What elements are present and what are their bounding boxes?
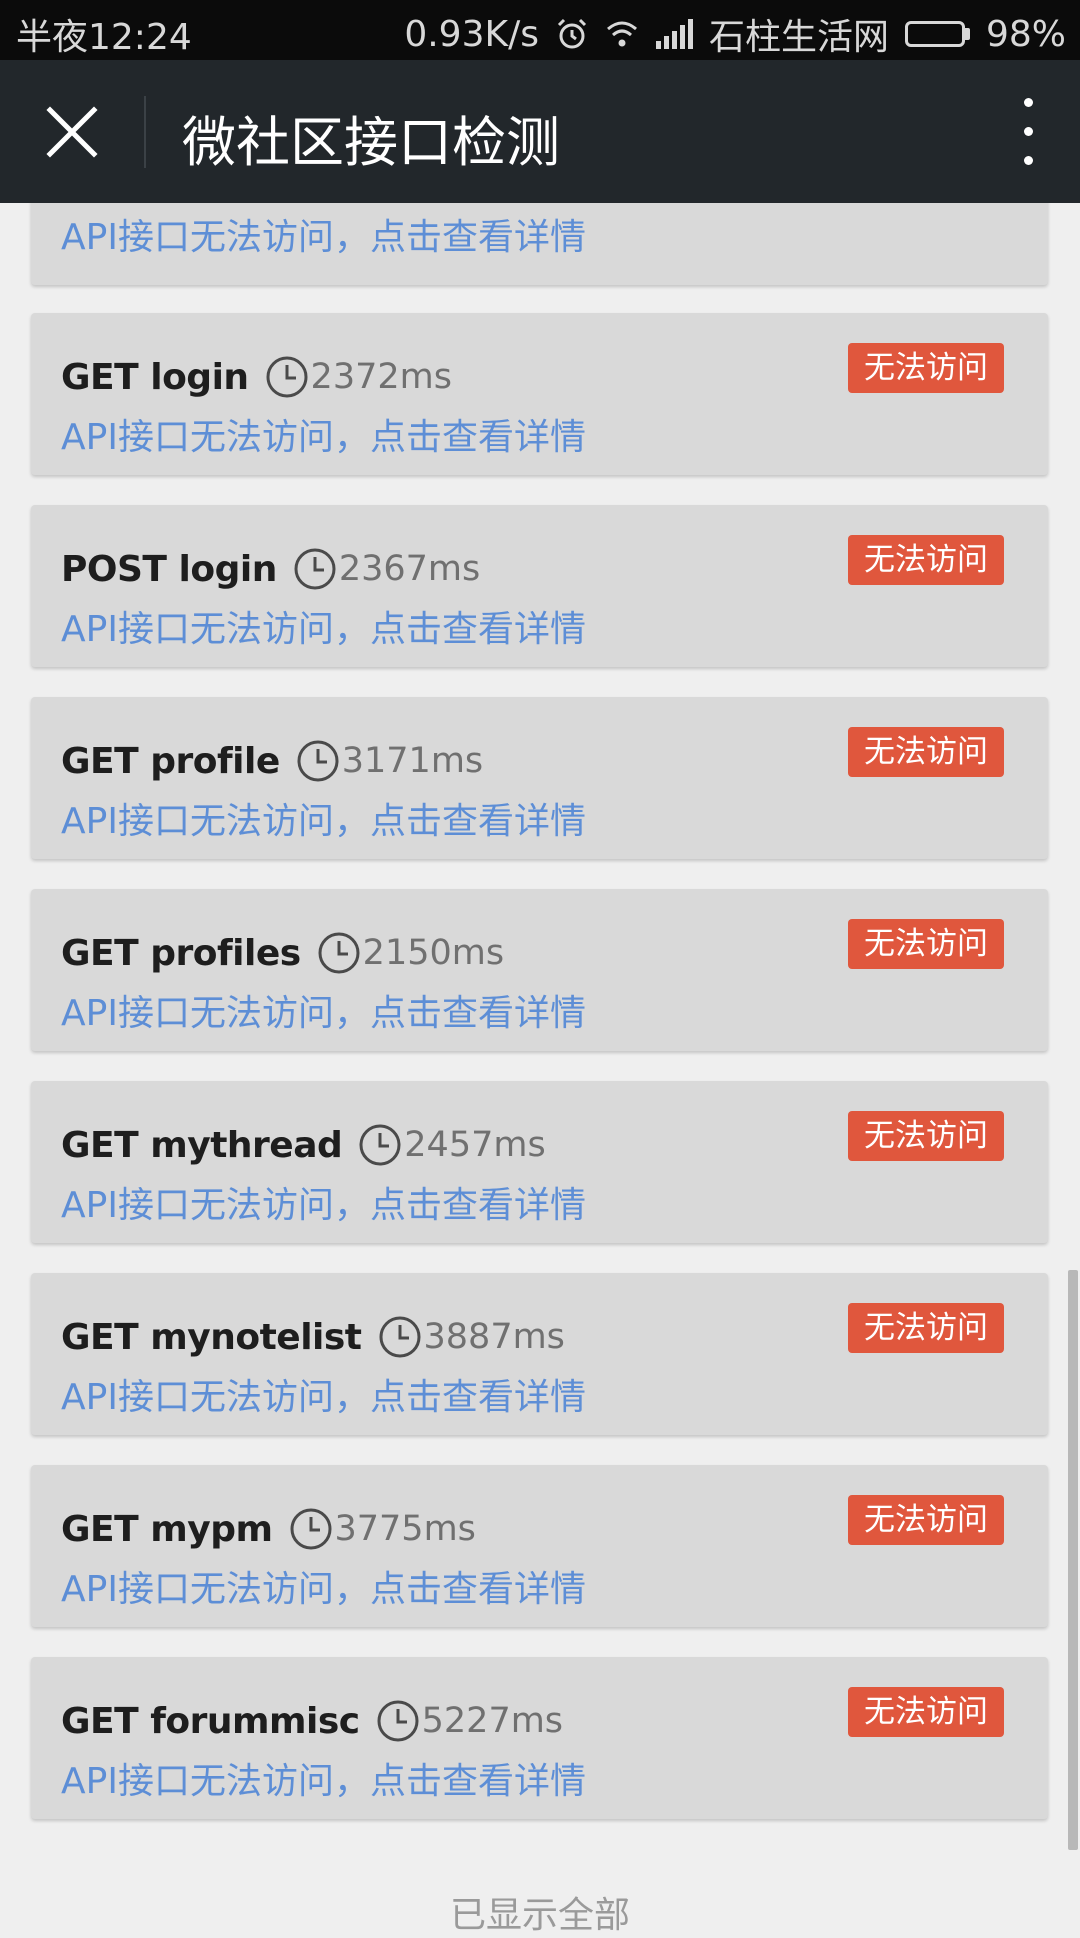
status-badge: 无法访问 bbox=[848, 343, 1004, 393]
clock-icon bbox=[376, 1699, 420, 1743]
item-detail-link[interactable]: API接口无法访问，点击查看详情 bbox=[61, 1560, 586, 1612]
item-header: GET mypm 3775ms bbox=[61, 1503, 476, 1555]
list-item[interactable]: GET mynotelist 3887ms API接口无法访问，点击查看详情 无法访问 bbox=[31, 1273, 1048, 1435]
item-duration: 2372ms bbox=[310, 357, 452, 397]
item-header: GET login 2372ms bbox=[61, 351, 452, 403]
item-duration: 3775ms bbox=[334, 1509, 476, 1549]
status-badge: 无法访问 bbox=[848, 1495, 1004, 1545]
item-method: GET mypm bbox=[61, 1508, 273, 1550]
list-item[interactable]: GET profiles 2150ms API接口无法访问，点击查看详情 无法访问 bbox=[31, 889, 1048, 1051]
app-bar-divider bbox=[144, 96, 146, 168]
list-item[interactable]: GET profile 3171ms API接口无法访问，点击查看详情 无法访问 bbox=[31, 697, 1048, 859]
clock-icon bbox=[358, 1123, 402, 1167]
item-method: GET mynotelist bbox=[61, 1316, 362, 1358]
item-duration: 3171ms bbox=[341, 741, 484, 781]
scrollbar[interactable] bbox=[1068, 1270, 1078, 1850]
item-detail-link[interactable]: API接口无法访问，点击查看详情 bbox=[61, 600, 586, 652]
battery-icon bbox=[904, 21, 970, 47]
status-badge: 无法访问 bbox=[848, 1111, 1004, 1161]
item-duration: 3887ms bbox=[423, 1317, 565, 1357]
status-badge: 无法访问 bbox=[848, 535, 1004, 585]
item-detail-link[interactable]: API接口无法访问，点击查看详情 bbox=[61, 208, 586, 260]
item-detail-link[interactable]: API接口无法访问，点击查看详情 bbox=[61, 984, 586, 1036]
app-bar: 微社区接口检测 bbox=[0, 60, 1080, 203]
network-speed: 0.93K/s bbox=[404, 13, 539, 55]
api-check-list[interactable]: API接口无法访问，点击查看详情 GET login 2372ms API接口无法访… bbox=[0, 203, 1080, 1920]
list-item[interactable]: GET mypm 3775ms API接口无法访问，点击查看详情 无法访问 bbox=[31, 1465, 1048, 1627]
item-header: GET profiles 2150ms bbox=[61, 927, 504, 979]
item-header: GET mynotelist 3887ms bbox=[61, 1311, 565, 1363]
clock-icon bbox=[265, 355, 309, 399]
item-method: GET profiles bbox=[61, 932, 301, 974]
item-duration: 2367ms bbox=[338, 549, 481, 589]
status-time: 半夜12:24 bbox=[16, 17, 192, 58]
list-footer-text: 已显示全部 bbox=[449, 1895, 630, 1936]
list-item[interactable]: GET forummisc 5227ms API接口无法访问，点击查看详情 无法访问 bbox=[31, 1657, 1048, 1819]
item-header: GET forummisc 5227ms bbox=[61, 1695, 563, 1747]
item-duration: 5227ms bbox=[421, 1701, 564, 1741]
clock-icon bbox=[378, 1315, 422, 1359]
alarm-icon bbox=[555, 17, 589, 51]
item-method: POST login bbox=[61, 548, 277, 590]
list-item[interactable]: GET login 2372ms API接口无法访问，点击查看详情 无法访问 bbox=[31, 313, 1048, 475]
item-duration: 2150ms bbox=[362, 933, 505, 973]
item-method: GET login bbox=[61, 356, 249, 398]
clock-icon bbox=[296, 739, 340, 783]
list-item[interactable]: GET mythread 2457ms API接口无法访问，点击查看详情 无法访问 bbox=[31, 1081, 1048, 1243]
status-badge: 无法访问 bbox=[848, 919, 1004, 969]
wifi-icon bbox=[605, 19, 639, 49]
item-method: GET forummisc bbox=[61, 1700, 360, 1742]
list-item-partial[interactable]: API接口无法访问，点击查看详情 bbox=[31, 203, 1048, 285]
signal-icon bbox=[655, 19, 693, 49]
status-bar: 半夜12:24 0.93K/s 石柱生活网 98% bbox=[0, 0, 1080, 60]
clock-icon bbox=[317, 931, 361, 975]
item-detail-link[interactable]: API接口无法访问，点击查看详情 bbox=[61, 792, 586, 844]
close-icon[interactable] bbox=[44, 104, 100, 160]
clock-icon bbox=[289, 1507, 333, 1551]
clock-icon bbox=[293, 547, 337, 591]
battery-percent: 98% bbox=[985, 13, 1066, 55]
list-item[interactable]: POST login 2367ms API接口无法访问，点击查看详情 无法访问 bbox=[31, 505, 1048, 667]
item-detail-link[interactable]: API接口无法访问，点击查看详情 bbox=[61, 408, 586, 460]
carrier-name: 石柱生活网 bbox=[708, 17, 889, 58]
more-vertical-icon[interactable] bbox=[1016, 98, 1040, 165]
item-detail-link[interactable]: API接口无法访问，点击查看详情 bbox=[61, 1752, 586, 1804]
item-detail-link[interactable]: API接口无法访问，点击查看详情 bbox=[61, 1368, 586, 1420]
item-header: GET profile 3171ms bbox=[61, 735, 483, 787]
item-header: POST login 2367ms bbox=[61, 543, 480, 595]
item-duration: 2457ms bbox=[404, 1125, 546, 1165]
item-method: GET profile bbox=[61, 740, 280, 782]
status-badge: 无法访问 bbox=[848, 1303, 1004, 1353]
item-header: GET mythread 2457ms bbox=[61, 1119, 546, 1171]
status-right: 0.93K/s 石柱生活网 98% bbox=[404, 8, 1066, 60]
item-method: GET mythread bbox=[61, 1124, 343, 1166]
page-title: 微社区接口检测 bbox=[182, 111, 560, 174]
status-badge: 无法访问 bbox=[848, 727, 1004, 777]
status-badge: 无法访问 bbox=[848, 1687, 1004, 1737]
item-detail-link[interactable]: API接口无法访问，点击查看详情 bbox=[61, 1176, 586, 1228]
